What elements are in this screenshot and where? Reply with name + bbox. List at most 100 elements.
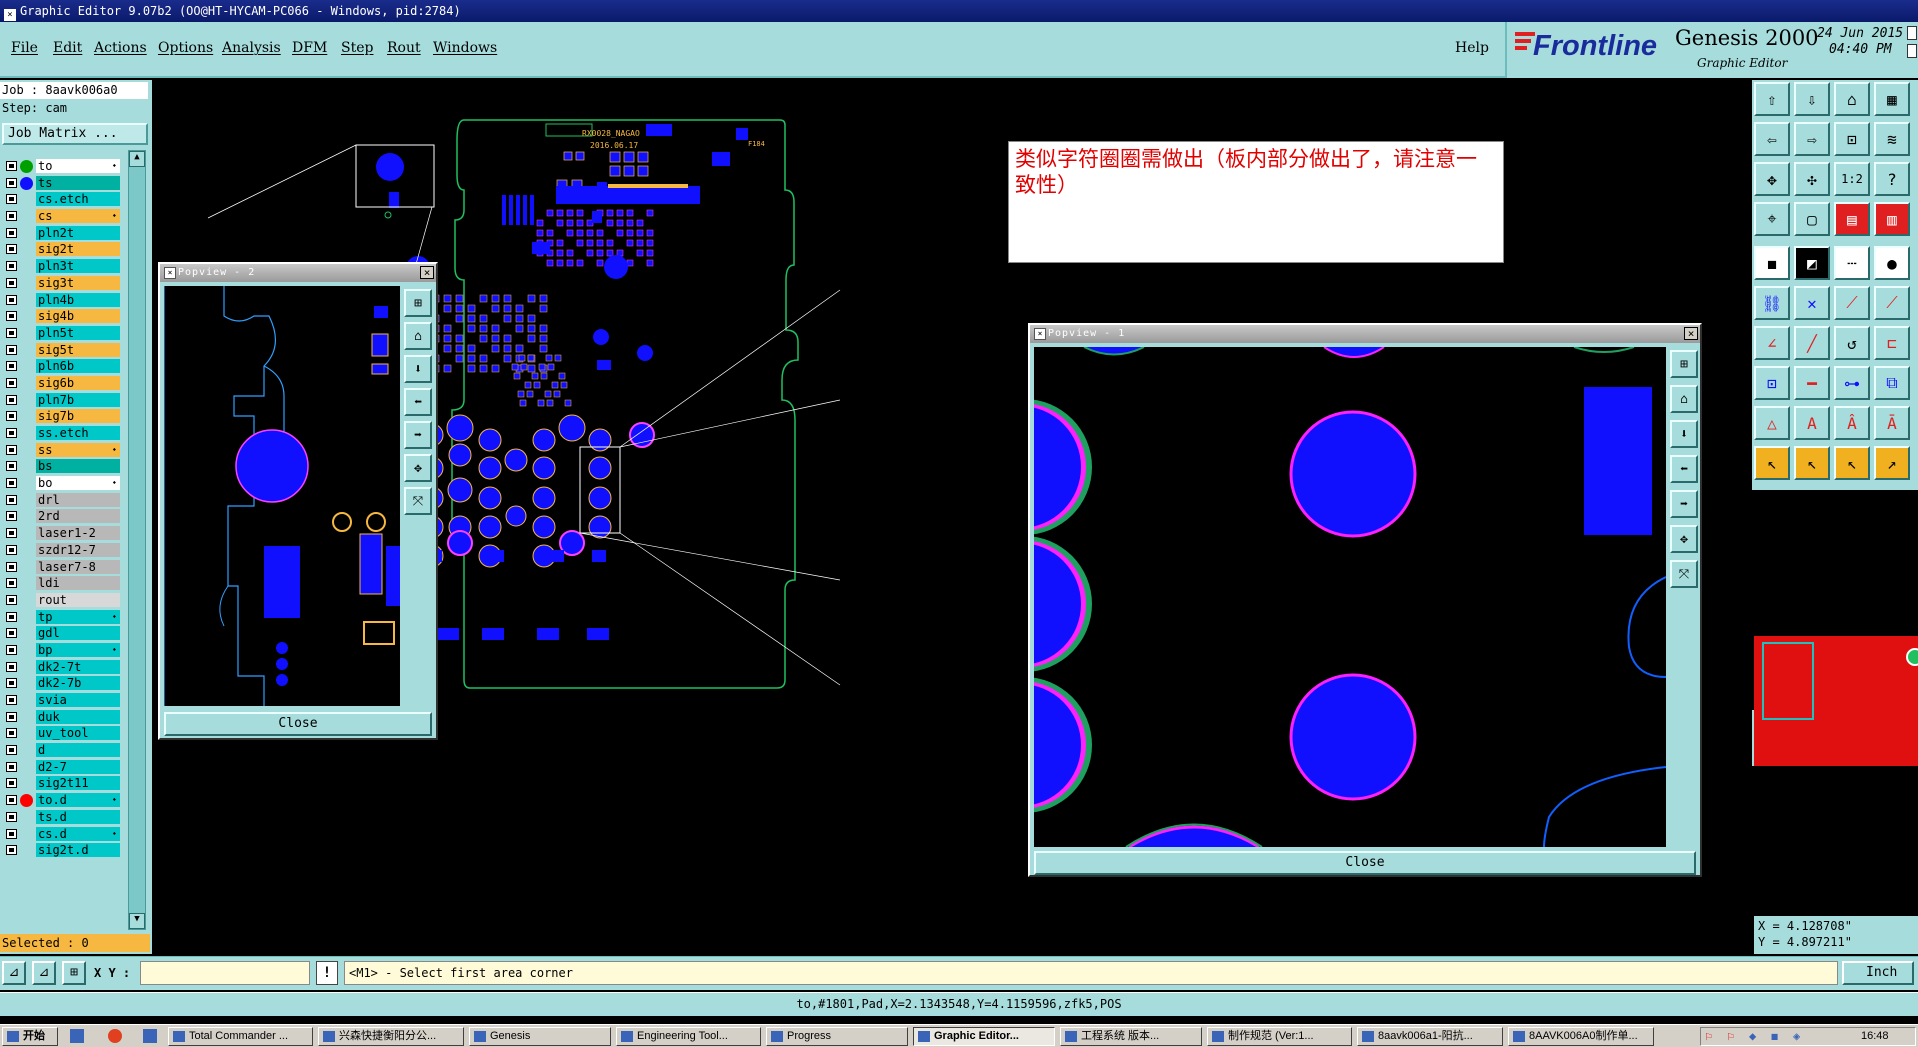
tool-pointer-icon[interactable]: ↖ [1754, 446, 1790, 480]
tool-home-icon[interactable]: ⌂ [1834, 82, 1870, 116]
tool-line-icon[interactable]: ∠ [1754, 326, 1790, 360]
layer-checkbox[interactable] [6, 277, 17, 288]
popview-2-close-button[interactable]: Close [164, 712, 432, 736]
tool-triangle-icon[interactable]: △ [1754, 406, 1790, 440]
layer-checkbox[interactable] [6, 244, 17, 255]
layer-checkbox[interactable] [6, 628, 17, 639]
layer-name[interactable]: pln3t [36, 259, 120, 274]
popview-1-pan-right-icon[interactable]: ➡ [1670, 490, 1698, 518]
layer-checkbox[interactable] [6, 661, 17, 672]
scroll-down-icon[interactable]: ▼ [129, 913, 145, 929]
tool-fill-icon[interactable]: ◼ [1754, 246, 1790, 280]
layer-row[interactable]: gdl [0, 625, 122, 641]
layer-row[interactable]: to ⬩ [0, 158, 122, 174]
layer-checkbox[interactable] [6, 828, 17, 839]
menu-help[interactable]: Help [1455, 40, 1489, 56]
layer-row[interactable]: cs ⬩ [0, 208, 122, 224]
restore-icon[interactable] [1907, 44, 1917, 58]
tray-icon-4[interactable]: ◼ [1771, 1029, 1778, 1043]
popview-2-pan-right-icon[interactable]: ➡ [404, 421, 432, 449]
layer-row[interactable]: sig7b [0, 408, 122, 424]
layer-checkbox[interactable] [6, 511, 17, 522]
tool-text-a-icon[interactable]: A [1794, 406, 1830, 440]
menu-actions[interactable]: Actions [94, 40, 147, 56]
alert-icon[interactable]: ! [316, 961, 338, 985]
layer-row[interactable]: tp ⬩ [0, 609, 122, 625]
layer-row[interactable]: szdr12-7 [0, 542, 122, 558]
layer-name[interactable]: 2rd [36, 509, 120, 524]
layer-checkbox[interactable] [6, 745, 17, 756]
popview-2-window[interactable]: Popview - 2 × × ⊞ ⌂ ⬇ ⬅ ➡ ✥ ⤧ Close [158, 262, 438, 740]
menu-dfm[interactable]: DFM [292, 40, 327, 56]
layer-row[interactable]: ldi [0, 575, 122, 591]
layer-row[interactable]: bp ⬩ [0, 642, 122, 658]
popview-1-close-icon[interactable]: × [1684, 327, 1698, 340]
layer-row[interactable]: to.d ⬩ [0, 792, 122, 808]
layer-checkbox[interactable] [6, 211, 17, 222]
tool-pointer3-icon[interactable]: ↖ [1834, 446, 1870, 480]
layer-name[interactable]: pln7b [36, 392, 120, 407]
layer-row[interactable]: sig2t [0, 241, 122, 257]
layer-name[interactable]: svia [36, 693, 120, 707]
layer-row[interactable]: d [0, 742, 122, 758]
tool-node2-icon[interactable]: ⟋ [1874, 286, 1910, 320]
layer-checkbox[interactable] [6, 428, 17, 438]
layer-row[interactable]: pln5t [0, 325, 122, 341]
popview-1-home-icon[interactable]: ⌂ [1670, 385, 1698, 413]
layer-checkbox[interactable] [6, 811, 17, 822]
task-impedance[interactable]: 8aavk006a1-阳抗... [1357, 1027, 1503, 1046]
layer-checkbox[interactable] [6, 795, 17, 806]
layer-name[interactable]: to ⬩ [36, 159, 120, 173]
units-dropdown[interactable]: Inch [1842, 961, 1914, 985]
tool-center-icon[interactable]: ✣ [1794, 162, 1830, 196]
layer-name[interactable]: laser7-8 [36, 559, 120, 574]
tray-icon-3[interactable]: ◆ [1749, 1029, 1756, 1043]
layer-checkbox[interactable] [6, 194, 17, 205]
layer-row[interactable]: rout [0, 592, 122, 608]
layer-name[interactable]: pln4b [36, 292, 120, 307]
tool-layer-red-icon[interactable]: ▤ [1834, 202, 1870, 236]
layer-row[interactable]: ss ⬩ [0, 442, 122, 458]
layer-name[interactable]: sig5t [36, 342, 120, 357]
layer-name[interactable]: d2-7 [36, 759, 120, 774]
layer-row[interactable]: drl [0, 492, 122, 508]
layer-checkbox[interactable] [6, 711, 17, 722]
layer-checkbox[interactable] [6, 478, 17, 489]
menu-options[interactable]: Options [158, 40, 213, 56]
layer-row[interactable]: bo ⬩ [0, 475, 122, 491]
popview-2-zoom-icon[interactable]: ⊞ [404, 289, 432, 317]
tool-bracket-icon[interactable]: ⊏ [1874, 326, 1910, 360]
popview-2-close-icon[interactable]: × [420, 266, 434, 279]
tool-connect-icon[interactable]: ⛓ [1754, 286, 1790, 320]
layer-checkbox[interactable] [6, 461, 17, 472]
layer-row[interactable]: laser7-8 [0, 559, 122, 575]
task-engineering-tool[interactable]: Engineering Tool... [616, 1027, 761, 1046]
layer-name[interactable]: cs.d ⬩ [36, 826, 120, 841]
task-genesis[interactable]: Genesis [469, 1027, 611, 1046]
layer-name[interactable]: sig7b [36, 409, 120, 424]
layer-row[interactable]: dk2-7b [0, 675, 122, 691]
tool-help-icon[interactable]: ? [1874, 162, 1910, 196]
layer-checkbox[interactable] [6, 177, 17, 188]
tool-zoom-in-icon[interactable]: ⊡ [1834, 122, 1870, 156]
layer-name[interactable]: ts [36, 175, 120, 190]
layer-row[interactable]: sig5t [0, 342, 122, 358]
popview-2-fit-icon[interactable]: ✥ [404, 454, 432, 482]
tool-align-icon[interactable]: ⊶ [1834, 366, 1870, 400]
layer-name[interactable]: ss ⬩ [36, 442, 120, 457]
layer-name[interactable]: sig2t [36, 242, 120, 257]
layer-name[interactable]: pln6b [36, 359, 120, 374]
tool-open-icon[interactable]: ⇧ [1754, 82, 1790, 116]
layer-name[interactable]: sig6b [36, 375, 120, 390]
layer-name[interactable]: drl [36, 492, 120, 507]
layer-checkbox[interactable] [6, 377, 17, 388]
menu-edit[interactable]: Edit [53, 40, 82, 56]
popview-2-pan-left-icon[interactable]: ⬅ [404, 388, 432, 416]
popview-2-titlebar[interactable]: Popview - 2 [160, 264, 436, 282]
layer-checkbox[interactable] [6, 644, 17, 655]
layer-checkbox[interactable] [6, 845, 17, 856]
layer-checkbox[interactable] [6, 544, 17, 555]
menu-rout[interactable]: Rout [387, 40, 421, 56]
layer-name[interactable]: sig3t [36, 275, 120, 290]
layer-name[interactable]: szdr12-7 [36, 542, 120, 557]
